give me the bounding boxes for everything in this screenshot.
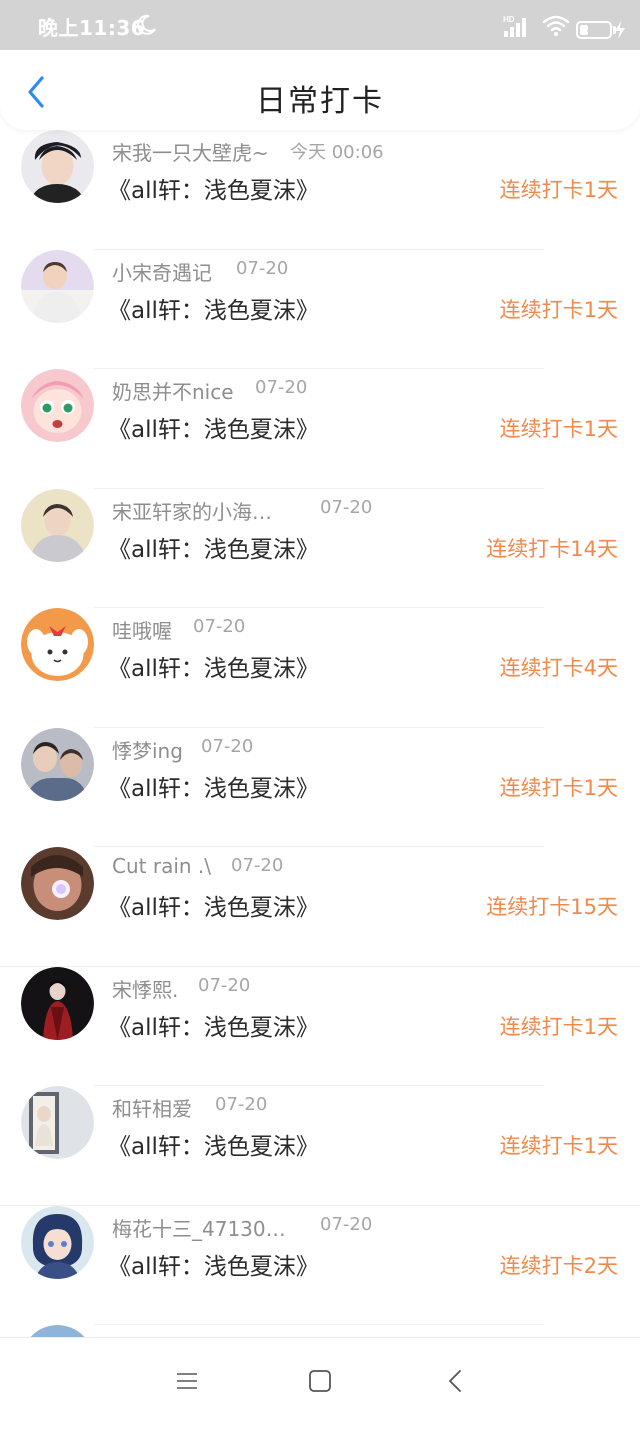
user-name[interactable]: 奶思并不nice [112,376,234,405]
avatar[interactable] [21,608,94,681]
post-title[interactable]: 《all轩：浅色夏沫》 [108,888,319,922]
list-item[interactable]: Cut rain .\ 07-20 《all轩：浅色夏沫》 连续打卡15天 [0,847,640,967]
nav-back-button[interactable] [440,1366,470,1396]
list-item[interactable]: 奶思并不nice 07-20 《all轩：浅色夏沫》 连续打卡1天 [0,369,640,489]
post-title[interactable]: 《all轩：浅色夏沫》 [108,171,319,205]
header: 日常打卡 [0,50,640,130]
streak-badge: 连续打卡1天 [499,178,618,202]
user-name[interactable]: 宋亚轩家的小海… [112,496,272,525]
avatar[interactable] [21,847,94,920]
moon-icon [137,14,156,35]
lightning-icon [615,21,625,39]
streak-badge: 连续打卡4天 [499,656,618,680]
post-time: 07-20 [193,616,246,637]
user-name[interactable]: 宋悸熙. [112,974,178,1003]
post-time: 07-20 [198,974,251,996]
list-item[interactable]: 哇哦喔 07-20 《all轩：浅色夏沫》 连续打卡4天 [0,608,640,728]
streak-badge: 连续打卡2天 [499,1253,618,1278]
list-item[interactable]: 宋悸熙. 07-20 《all轩：浅色夏沫》 连续打卡1天 [0,966,640,1086]
post-title[interactable]: 《all轩：浅色夏沫》 [108,1247,319,1281]
list-item[interactable]: 宋我一只大壁虎~ 今天 00:06 《all轩：浅色夏沫》 连续打卡1天 [0,130,640,250]
nav-home-button[interactable] [305,1366,335,1396]
post-title[interactable]: 《all轩：浅色夏沫》 [108,1008,319,1042]
streak-badge: 连续打卡14天 [486,536,618,561]
streak-badge: 连续打卡1天 [499,417,618,441]
avatar[interactable] [21,727,94,801]
post-title[interactable]: 《all轩：浅色夏沫》 [108,530,319,564]
post-title[interactable]: 《all轩：浅色夏沫》 [108,410,319,444]
avatar[interactable] [21,966,94,1040]
status-time: 晚上11:36 [38,16,146,40]
streak-badge: 连续打卡1天 [499,1014,618,1039]
post-time: 今天 00:06 [290,142,384,163]
user-name[interactable]: 梅花十三_47130… [112,1213,286,1242]
user-name[interactable]: 哇哦喔 [112,615,172,644]
streak-badge: 连续打卡15天 [486,895,618,919]
list-item[interactable]: 宋亚轩家的小海… 07-20 《all轩：浅色夏沫》 连续打卡14天 [0,488,640,608]
post-title[interactable]: 《all轩：浅色夏沫》 [108,1127,319,1161]
menu-icon [177,1373,197,1389]
streak-badge: 连续打卡1天 [499,775,618,800]
page-title: 日常打卡 [256,84,384,119]
post-time: 07-20 [255,377,308,398]
wifi-icon [542,15,570,36]
user-name[interactable]: 和轩相爱 [112,1093,192,1122]
avatar[interactable] [21,1205,94,1279]
post-title[interactable]: 《all轩：浅色夏沫》 [108,291,319,325]
avatar[interactable] [21,1086,94,1159]
svg-text:HD: HD [503,15,515,24]
system-nav-bar [0,1337,640,1422]
post-time: 07-20 [231,855,284,876]
battery-level-text: 28 [586,22,602,35]
avatar[interactable] [21,249,94,323]
avatar[interactable] [21,130,94,203]
signal-icon: HD [503,15,526,37]
chevron-left-icon [449,1370,461,1392]
user-name[interactable]: 宋我一只大壁虎~ [112,137,269,166]
list-item[interactable]: 悸梦ing 07-20 《all轩：浅色夏沫》 连续打卡1天 [0,727,640,847]
post-time: 07-20 [201,735,254,757]
avatar[interactable] [21,488,94,562]
post-time: 07-20 [215,1094,268,1115]
post-time: 07-20 [320,1213,373,1235]
battery-icon: 28 [576,21,612,39]
post-title[interactable]: 《all轩：浅色夏沫》 [108,649,319,683]
list-item[interactable]: 小宋奇遇记 07-20 《all轩：浅色夏沫》 连续打卡1天 [0,249,640,369]
post-title[interactable]: 《all轩：浅色夏沫》 [108,769,319,803]
post-time: 07-20 [236,257,289,279]
square-icon [309,1370,331,1392]
user-name[interactable]: 小宋奇遇记 [112,257,212,286]
list-item[interactable]: 和轩相爱 07-20 《all轩：浅色夏沫》 连续打卡1天 [0,1086,640,1206]
post-time: 07-20 [320,496,373,518]
streak-badge: 连续打卡1天 [499,297,618,322]
list-item[interactable]: 梅花十三_47130… 07-20 《all轩：浅色夏沫》 连续打卡2天 [0,1205,640,1325]
nav-menu-button[interactable] [172,1366,202,1396]
status-bar: 晚上11:36 HD 28 [0,0,640,50]
checkin-list: 宋我一只大壁虎~ 今天 00:06 《all轩：浅色夏沫》 连续打卡1天 小宋奇遇记 07… [0,130,640,1445]
avatar[interactable] [21,369,94,442]
user-name[interactable]: 悸梦ing [112,735,183,764]
streak-badge: 连续打卡1天 [499,1134,618,1158]
user-name[interactable]: Cut rain .\ [112,854,211,878]
